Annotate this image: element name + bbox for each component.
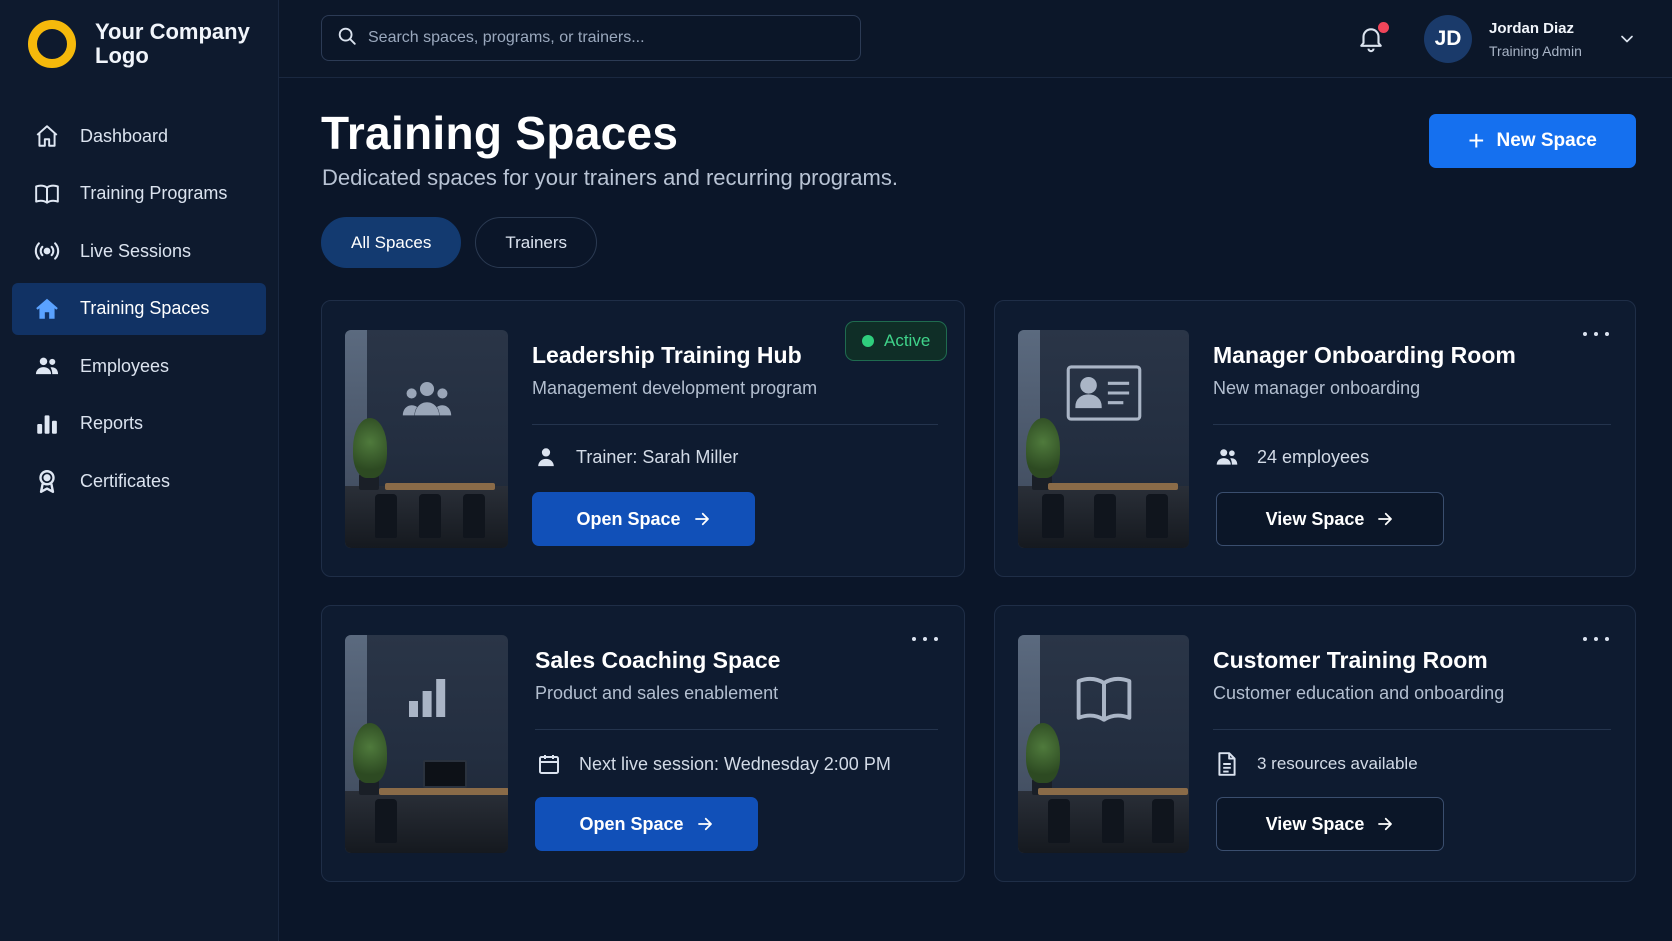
status-badge: Active [845,321,948,361]
open-space-button[interactable]: Open Space [535,797,758,851]
book-icon [32,179,62,209]
card-meta-text: 3 resources available [1257,754,1418,773]
card-title[interactable]: Manager Onboarding Room [1213,342,1516,369]
card-title[interactable]: Sales Coaching Space [535,647,780,674]
user-role: Training Admin [1489,43,1582,59]
more-options-button[interactable] [912,632,938,646]
new-space-label: New Space [1496,130,1597,151]
sidebar-item-live-sessions[interactable]: Live Sessions [12,225,266,277]
bar-chart-icon [32,409,62,439]
arrow-right-icon [1376,815,1394,833]
award-icon [32,466,62,496]
sidebar-item-training-spaces[interactable]: Training Spaces [12,282,266,335]
card-meta-text: Trainer: Sarah Miller [576,446,739,467]
user-name[interactable]: Jordan Diaz [1489,20,1574,37]
space-card-customer-training: Customer Training Room Customer educatio… [994,605,1636,882]
sidebar-item-employees[interactable]: Employees [12,340,266,392]
chevron-down-icon[interactable] [1617,29,1637,49]
home-icon [32,121,62,151]
card-meta: 3 resources available [1213,746,1418,782]
view-space-button[interactable]: View Space [1216,797,1444,851]
new-space-button[interactable]: + New Space [1429,114,1636,168]
notification-dot [1378,22,1389,33]
sidebar-item-certificates[interactable]: Certificates [12,455,266,507]
card-subtitle: Management development program [532,378,818,398]
users-icon [32,351,62,381]
button-label: View Space [1265,813,1365,834]
view-space-button[interactable]: View Space [1216,492,1444,546]
sidebar-item-label: Training Spaces [80,298,210,318]
card-meta-text: Next live session: Wednesday 2:00 PM [579,753,891,774]
sidebar-item-label: Live Sessions [80,240,192,261]
sidebar-item-label: Reports [80,413,144,433]
space-card-sales-coaching: Sales Coaching Space Product and sales e… [321,605,965,882]
card-divider [532,424,938,425]
search-icon [336,25,358,52]
open-space-button[interactable]: Open Space [532,492,755,546]
home-filled-icon [32,294,62,324]
bell-icon [1356,28,1386,58]
search-input[interactable] [368,29,848,47]
card-meta: Trainer: Sarah Miller [532,439,738,475]
space-card-leadership: Leadership Training Hub Active Managemen… [321,300,965,577]
user-icon [532,443,560,471]
card-subtitle: Customer education and onboarding [1213,683,1505,703]
open-book-icon [1018,673,1189,723]
sidebar-item-label: Employees [80,355,170,376]
sidebar-item-training-programs[interactable]: Training Programs [12,168,266,220]
avatar[interactable]: JD [1424,15,1472,63]
card-divider [1213,729,1611,730]
button-label: Open Space [579,813,684,834]
card-divider [1213,424,1611,425]
status-dot-icon [862,335,874,347]
calendar-icon [535,750,563,778]
card-meta: Next live session: Wednesday 2:00 PM [535,746,891,782]
broadcast-icon [32,236,62,266]
sidebar-item-dashboard[interactable]: Dashboard [12,110,266,162]
sidebar: Your Company Logo Dashboard Training Pro… [0,0,279,941]
arrow-right-icon [693,510,711,528]
arrow-right-icon [1376,510,1394,528]
tab-all-spaces[interactable]: All Spaces [321,217,462,268]
filter-tabs: All Spaces Trainers [321,217,611,268]
bar-chart-icon [345,673,508,721]
space-thumbnail [345,330,508,548]
id-card-icon [1018,364,1189,422]
card-subtitle: Product and sales enablement [535,683,779,703]
space-thumbnail [345,635,508,853]
notification-bell[interactable] [1356,22,1390,56]
arrow-right-icon [696,815,714,833]
space-thumbnail [1018,635,1189,853]
sidebar-item-label: Certificates [80,470,171,491]
top-bar: JD Jordan Diaz Training Admin [279,0,1672,78]
button-label: View Space [1265,508,1365,529]
card-subtitle: New manager onboarding [1213,378,1421,398]
space-thumbnail [1018,330,1189,548]
card-title[interactable]: Customer Training Room [1213,647,1488,674]
sidebar-item-label: Training Programs [80,183,228,203]
company-logo[interactable]: Your Company Logo [28,20,255,68]
sidebar-item-reports[interactable]: Reports [12,398,266,450]
card-title[interactable]: Leadership Training Hub [532,342,802,369]
sidebar-item-label: Dashboard [80,125,169,146]
more-options-button[interactable] [1583,632,1609,646]
page-subtitle: Dedicated spaces for your trainers and r… [322,165,898,190]
status-label: Active [884,331,931,350]
logo-text: Your Company Logo [95,19,250,68]
card-divider [535,729,938,730]
team-icon [345,378,508,422]
logo-ring-icon [28,20,76,68]
sidebar-nav: Dashboard Training Programs Live Session… [12,110,266,513]
plus-icon: + [1468,125,1485,156]
more-options-button[interactable] [1583,327,1609,341]
document-icon [1213,750,1241,778]
users-icon [1213,443,1241,471]
space-card-manager-onboarding: Manager Onboarding Room New manager onbo… [994,300,1636,577]
page-title: Training Spaces [321,107,679,159]
search-bar[interactable] [321,15,861,61]
button-label: Open Space [576,508,681,529]
card-meta: 24 employees [1213,439,1369,475]
card-meta-text: 24 employees [1257,446,1370,467]
tab-trainers[interactable]: Trainers [475,217,598,268]
